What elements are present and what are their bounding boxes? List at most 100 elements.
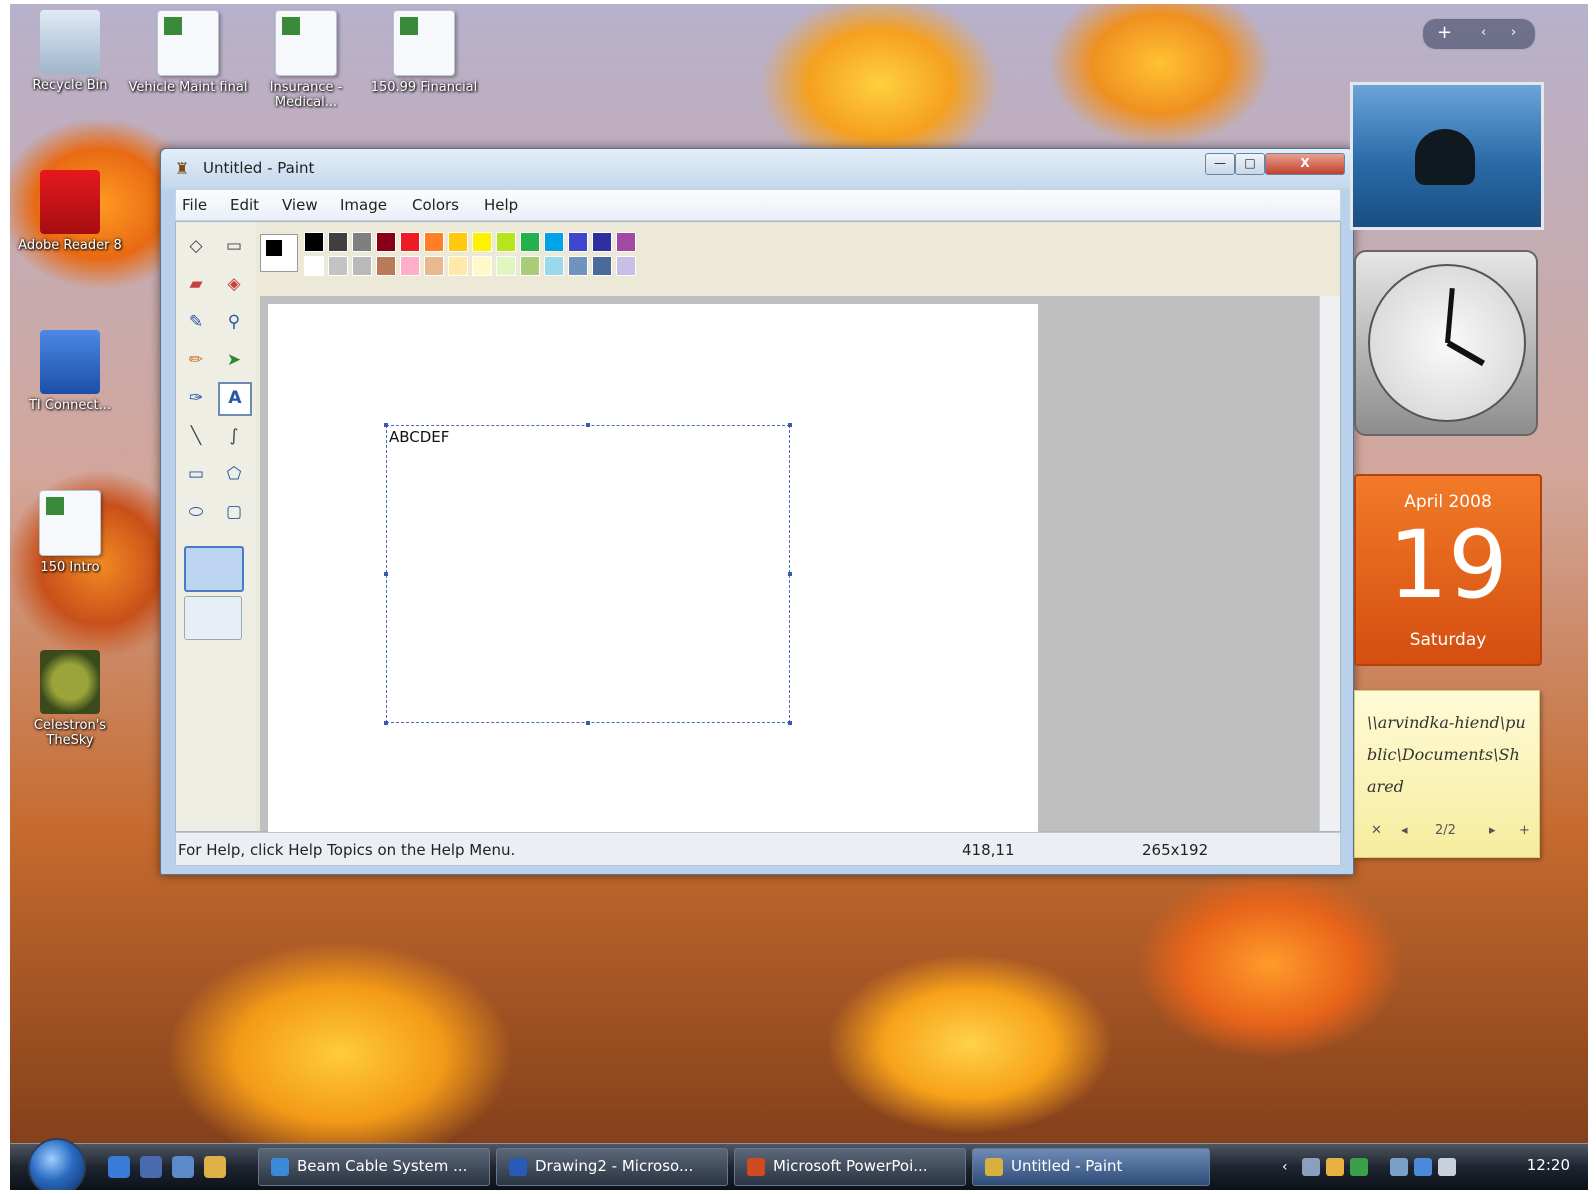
brush-tool[interactable]: ➤: [220, 346, 248, 374]
next-gadget-icon[interactable]: ›: [1511, 19, 1516, 47]
palette-swatch[interactable]: [496, 256, 516, 276]
palette-swatch[interactable]: [472, 256, 492, 276]
line-tool[interactable]: ╲: [182, 422, 210, 450]
menu-view[interactable]: View: [282, 196, 318, 214]
resize-handle[interactable]: [788, 572, 792, 576]
palette-swatch[interactable]: [568, 256, 588, 276]
palette-swatch[interactable]: [376, 256, 396, 276]
palette-swatch[interactable]: [424, 256, 444, 276]
desktop-icon-financial[interactable]: 150.99 Financial: [364, 10, 484, 95]
drawing-canvas[interactable]: ABCDEF: [268, 304, 1038, 832]
text-box[interactable]: ABCDEF: [384, 423, 792, 725]
desktop-icon-recycle-bin[interactable]: Recycle Bin: [10, 10, 130, 93]
resize-handle[interactable]: [788, 721, 792, 725]
internet-explorer-icon[interactable]: [108, 1156, 130, 1178]
palette-swatch[interactable]: [520, 256, 540, 276]
palette-swatch[interactable]: [520, 232, 540, 252]
rect-select-tool[interactable]: ▭: [220, 232, 248, 260]
add-note-icon[interactable]: +: [1519, 823, 1530, 838]
clock-gadget[interactable]: [1354, 250, 1538, 436]
desktop-icon-insurance-medical[interactable]: Insurance - Medical...: [246, 10, 366, 110]
volume-icon[interactable]: [1438, 1158, 1456, 1176]
palette-swatch[interactable]: [472, 232, 492, 252]
network-icon[interactable]: [1390, 1158, 1408, 1176]
palette-swatch[interactable]: [568, 232, 588, 252]
desktop-icon-ti-connect[interactable]: TI Connect...: [10, 330, 130, 413]
polygon-tool[interactable]: ⬠: [220, 460, 248, 488]
palette-swatch[interactable]: [400, 232, 420, 252]
previous-note-icon[interactable]: ◂: [1401, 823, 1408, 838]
show-desktop-icon[interactable]: [140, 1156, 162, 1178]
palette-swatch[interactable]: [328, 256, 348, 276]
menu-colors[interactable]: Colors: [412, 196, 459, 214]
palette-swatch[interactable]: [304, 232, 324, 252]
pencil-tool[interactable]: ✏: [182, 346, 210, 374]
switch-windows-icon[interactable]: [172, 1156, 194, 1178]
canvas-text[interactable]: ABCDEF: [389, 428, 449, 446]
text-background-transparent-option[interactable]: [184, 596, 242, 640]
paint-window[interactable]: ♜ Untitled - Paint — □ X File Edit View …: [160, 148, 1354, 875]
palette-swatch[interactable]: [496, 232, 516, 252]
calendar-gadget[interactable]: April 2008 19 Saturday: [1354, 474, 1542, 666]
task-powerpoint[interactable]: Microsoft PowerPoi...: [734, 1148, 966, 1186]
messenger-tray-icon[interactable]: [1326, 1158, 1344, 1176]
desktop-icon-adobe-reader[interactable]: Adobe Reader 8: [10, 170, 130, 253]
notes-gadget[interactable]: \\arvindka-hiend\public\Documents\Shared…: [1354, 690, 1540, 858]
palette-swatch[interactable]: [616, 256, 636, 276]
menu-image[interactable]: Image: [340, 196, 387, 214]
palette-swatch[interactable]: [592, 256, 612, 276]
next-note-icon[interactable]: ▸: [1489, 823, 1496, 838]
rounded-rect-tool[interactable]: ▢: [220, 498, 248, 526]
previous-gadget-icon[interactable]: ‹: [1481, 19, 1486, 47]
task-untitled-paint[interactable]: Untitled - Paint: [972, 1148, 1210, 1186]
desktop-icon-vehicle-maint[interactable]: Vehicle Maint final: [128, 10, 248, 95]
text-tool[interactable]: A: [218, 382, 252, 416]
add-gadget-icon[interactable]: +: [1437, 19, 1452, 47]
palette-swatch[interactable]: [544, 256, 564, 276]
palette-swatch[interactable]: [304, 256, 324, 276]
palette-swatch[interactable]: [448, 232, 468, 252]
show-hidden-icons-chevron-icon[interactable]: ‹: [1282, 1158, 1292, 1176]
menu-edit[interactable]: Edit: [230, 196, 259, 214]
windows-update-icon[interactable]: [1414, 1158, 1432, 1176]
palette-swatch[interactable]: [616, 232, 636, 252]
palette-swatch[interactable]: [352, 256, 372, 276]
text-background-opaque-option[interactable]: [184, 546, 244, 592]
rectangle-tool[interactable]: ▭: [182, 460, 210, 488]
tray-app-icon[interactable]: [1350, 1158, 1368, 1176]
palette-swatch[interactable]: [592, 232, 612, 252]
fill-tool[interactable]: ◈: [220, 270, 248, 298]
palette-swatch[interactable]: [448, 256, 468, 276]
delete-note-icon[interactable]: ✕: [1371, 823, 1382, 838]
clock-time[interactable]: 12:20: [1527, 1156, 1570, 1174]
eraser-tool[interactable]: ▰: [182, 270, 210, 298]
vertical-scrollbar[interactable]: [1319, 296, 1340, 831]
messenger-icon[interactable]: [204, 1156, 226, 1178]
resize-handle[interactable]: [384, 721, 388, 725]
resize-handle[interactable]: [384, 423, 388, 427]
color-picker-tool[interactable]: ✎: [182, 308, 210, 336]
menu-help[interactable]: Help: [484, 196, 518, 214]
tray-app-icon[interactable]: [1302, 1158, 1320, 1176]
palette-swatch[interactable]: [328, 232, 348, 252]
menu-file[interactable]: File: [182, 196, 207, 214]
close-button[interactable]: X: [1265, 153, 1345, 175]
minimize-button[interactable]: —: [1205, 153, 1235, 175]
resize-handle[interactable]: [788, 423, 792, 427]
curve-tool[interactable]: ∫: [220, 422, 248, 450]
palette-swatch[interactable]: [424, 232, 444, 252]
task-beam-cable-system[interactable]: Beam Cable System ...: [258, 1148, 490, 1186]
palette-swatch[interactable]: [352, 232, 372, 252]
magnifier-tool[interactable]: ⚲: [220, 308, 248, 336]
resize-handle[interactable]: [586, 721, 590, 725]
palette-swatch[interactable]: [544, 232, 564, 252]
palette-swatch[interactable]: [376, 232, 396, 252]
title-bar[interactable]: ♜ Untitled - Paint — □ X: [161, 149, 1353, 189]
start-button[interactable]: [28, 1138, 86, 1190]
slideshow-gadget[interactable]: [1350, 82, 1544, 230]
airbrush-tool[interactable]: ✑: [182, 384, 210, 412]
ellipse-tool[interactable]: ⬭: [182, 498, 210, 526]
resize-handle[interactable]: [384, 572, 388, 576]
note-text[interactable]: \\arvindka-hiend\public\Documents\Shared: [1367, 707, 1529, 803]
maximize-button[interactable]: □: [1235, 153, 1265, 175]
